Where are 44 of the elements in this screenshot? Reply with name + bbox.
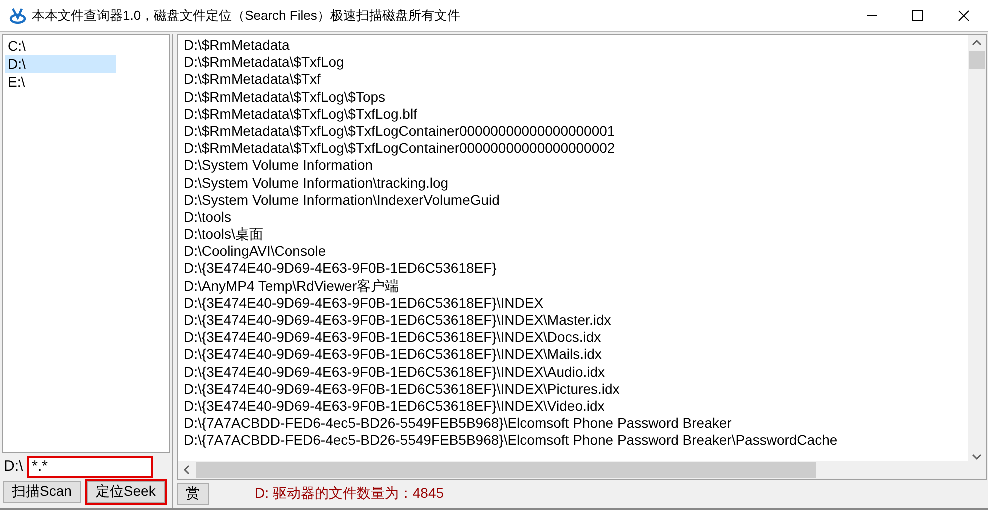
scroll-left-icon[interactable] — [183, 465, 191, 475]
drive-item[interactable]: D:\ — [5, 55, 116, 73]
file-path[interactable]: D:\{3E474E40-9D69-4E63-9F0B-1ED6C53618EF} — [184, 260, 962, 278]
scroll-up-icon[interactable] — [972, 39, 982, 47]
seek-button[interactable]: 定位Seek — [86, 481, 165, 503]
file-path[interactable]: D:\{3E474E40-9D69-4E63-9F0B-1ED6C53618EF}\INDEX\Audio.idx — [184, 364, 962, 381]
horizontal-scrollbar[interactable] — [178, 461, 986, 479]
reward-button[interactable]: 赏 — [177, 483, 209, 505]
file-path[interactable]: D:\{7A7ACBDD-FED6-4ec5-BD26-5549FEB5B968}\Elcomsoft Phone Password Breaker\PasswordCache — [184, 432, 962, 450]
file-path[interactable]: D:\{3E474E40-9D69-4E63-9F0B-1ED6C53618EF}\INDEX\Docs.idx — [184, 329, 962, 346]
app-icon — [9, 6, 27, 24]
scroll-thumb[interactable] — [196, 462, 816, 478]
file-path[interactable]: D:\{3E474E40-9D69-4E63-9F0B-1ED6C53618EF}\INDEX\Mails.idx — [184, 346, 962, 364]
pattern-field[interactable]: *.* — [27, 456, 154, 478]
file-path[interactable]: D:\CoolingAVI\Console — [184, 243, 962, 260]
scan-button[interactable]: 扫描Scan — [3, 481, 81, 503]
drive-item[interactable]: E:\ — [5, 73, 116, 91]
file-path[interactable]: D:\{3E474E40-9D69-4E63-9F0B-1ED6C53618EF}\INDEX\Video.idx — [184, 398, 962, 416]
status-text: D: 驱动器的文件数量为：4845 — [255, 485, 444, 503]
file-path[interactable]: D:\System Volume Information — [184, 157, 962, 174]
file-path[interactable]: D:\System Volume Information\tracking.log — [184, 174, 962, 192]
file-path[interactable]: D:\{3E474E40-9D69-4E63-9F0B-1ED6C53618EF}\INDEX\Pictures.idx — [184, 380, 962, 398]
file-path[interactable]: D:\$RmMetadata\$TxfLog\$TxfLog.blf — [184, 106, 962, 123]
file-path[interactable]: D:\{7A7ACBDD-FED6-4ec5-BD26-5549FEB5B968}\Elcomsoft Phone Password Breaker — [184, 415, 962, 432]
file-path[interactable]: D:\{3E474E40-9D69-4E63-9F0B-1ED6C53618EF}\INDEX\Master.idx — [184, 312, 962, 330]
scroll-down-icon[interactable] — [972, 453, 982, 461]
maximize-icon[interactable] — [912, 10, 924, 22]
file-path[interactable]: D:\{3E474E40-9D69-4E63-9F0B-1ED6C53618EF}\INDEX — [184, 294, 962, 312]
file-path[interactable]: D:\AnyMP4 Temp\RdViewer客户端 — [184, 278, 962, 295]
file-path[interactable]: D:\$RmMetadata\$TxfLog — [184, 54, 962, 72]
window-title: 本本文件查询器1.0，磁盘文件定位（Search Files）极速扫描磁盘所有文件 — [32, 6, 462, 24]
file-path[interactable]: D:\$RmMetadata\$TxfLog\$Tops — [184, 88, 962, 106]
scroll-thumb[interactable] — [969, 51, 985, 69]
close-icon[interactable] — [958, 10, 970, 22]
file-path[interactable]: D:\$RmMetadata\$Txf — [184, 71, 962, 89]
file-path[interactable]: D:\$RmMetadata\$TxfLog\$TxfLogContainer00000000000000000002 — [184, 140, 962, 158]
file-path[interactable]: D:\$RmMetadata\$TxfLog\$TxfLogContainer00000000000000000001 — [184, 122, 962, 140]
file-path[interactable]: D:\$RmMetadata — [184, 37, 962, 54]
file-path[interactable]: D:\tools — [184, 208, 962, 226]
file-path[interactable]: D:\System Volume Information\IndexerVolumeGuid — [184, 192, 962, 209]
drive-item[interactable]: C:\ — [5, 37, 116, 55]
file-path[interactable]: D:\tools\桌面 — [184, 226, 962, 244]
vertical-scrollbar[interactable] — [968, 35, 986, 461]
path-label: D:\ — [4, 458, 24, 475]
